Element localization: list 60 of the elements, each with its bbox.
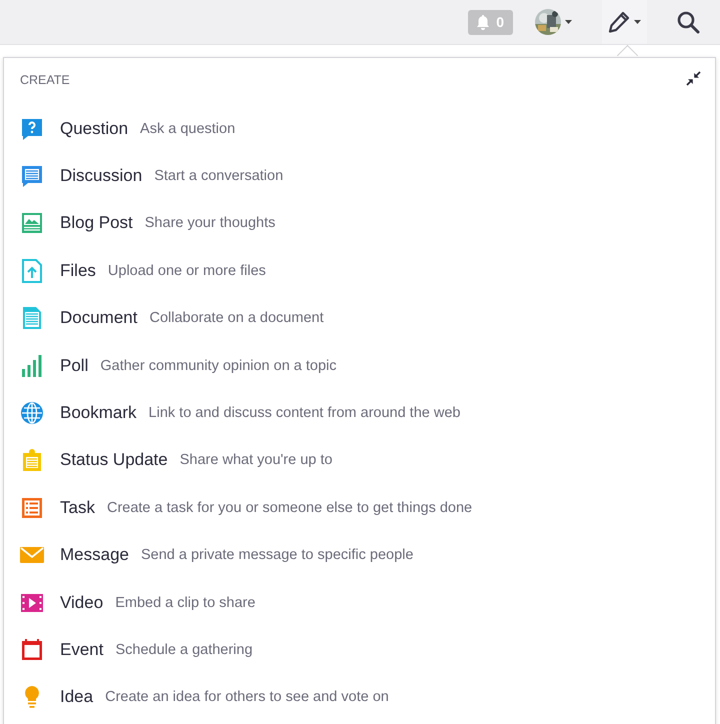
item-description: Send a private message to specific people xyxy=(140,547,414,564)
menu-item[interactable]: Idea Create an idea for others to see and vote on xyxy=(4,674,715,722)
chat-icon xyxy=(20,164,44,188)
menu-item[interactable]: Event Schedule a gathering xyxy=(4,626,715,674)
item-description: Create an idea for others to see and vote on xyxy=(105,689,389,706)
question-icon xyxy=(20,116,44,141)
menu-item[interactable]: Poll Gather community opinion on a topic xyxy=(4,342,715,390)
item-title: Discussion xyxy=(60,166,142,186)
create-menu-button[interactable] xyxy=(602,0,647,44)
item-description: Collaborate on a document xyxy=(149,310,324,326)
item-title: Blog Post xyxy=(60,213,133,234)
item-description: Create a task for you or someone else to get things done xyxy=(106,500,472,516)
item-title: Idea xyxy=(60,687,94,708)
avatar-menu[interactable] xyxy=(535,9,572,35)
item-title: Event xyxy=(60,640,104,660)
document-icon xyxy=(20,306,44,330)
menu-item[interactable]: Task Create a task for you or someone else to get things done xyxy=(4,484,715,532)
collapse-icon xyxy=(686,71,701,86)
bell-icon xyxy=(476,14,490,30)
item-title: Task xyxy=(60,498,95,518)
item-title: Poll xyxy=(60,356,88,376)
menu-item[interactable]: Video Embed a clip to share xyxy=(4,578,715,626)
item-description: Share your thoughts xyxy=(144,215,276,232)
menu-item[interactable]: Document Collaborate on a document xyxy=(4,294,715,342)
caret-icon xyxy=(565,20,572,24)
item-description: Link to and discuss content from around the web xyxy=(148,405,460,422)
item-title: Question xyxy=(60,118,128,139)
bar-chart-icon xyxy=(20,354,44,378)
item-description: Share what you're up to xyxy=(180,452,332,468)
notification-count: 0 xyxy=(496,14,504,30)
list-icon xyxy=(20,496,44,520)
item-title: Message xyxy=(60,545,129,566)
item-title: Files xyxy=(60,260,96,281)
menu-item[interactable]: Message Send a private message to specific people xyxy=(4,532,715,579)
caret-icon xyxy=(634,20,641,24)
menu-item[interactable]: Blog Post Share your thoughts xyxy=(4,200,715,248)
menu-item[interactable]: Files Upload one or more files xyxy=(4,247,715,295)
pencil-icon xyxy=(608,11,630,33)
item-description: Embed a clip to share xyxy=(115,594,256,611)
item-title: Video xyxy=(60,592,104,613)
search-icon xyxy=(677,10,700,34)
image-icon xyxy=(20,211,44,236)
menu-item[interactable]: Question Ask a question xyxy=(4,105,715,152)
item-title: Bookmark xyxy=(60,403,137,424)
menu-item[interactable]: Bookmark Link to and discuss content from around the web xyxy=(4,389,715,437)
search-button[interactable] xyxy=(677,10,700,34)
item-description: Schedule a gathering xyxy=(115,642,253,658)
item-description: Upload one or more files xyxy=(108,262,266,279)
clipboard-icon xyxy=(20,448,44,472)
menu-heading: CREATE xyxy=(20,73,70,87)
item-title: Document xyxy=(60,308,138,328)
menu-item[interactable]: Status Update Share what you're up to xyxy=(4,436,715,484)
item-title: Status Update xyxy=(60,450,168,470)
calendar-icon xyxy=(20,638,44,662)
item-description: Ask a question xyxy=(140,120,236,137)
menu-item[interactable]: Discussion Start a conversation xyxy=(4,152,715,200)
item-description: Gather community opinion on a topic xyxy=(100,358,337,374)
item-description: Start a conversation xyxy=(154,168,284,184)
upload-file-icon xyxy=(20,258,44,283)
globe-icon xyxy=(20,401,44,426)
